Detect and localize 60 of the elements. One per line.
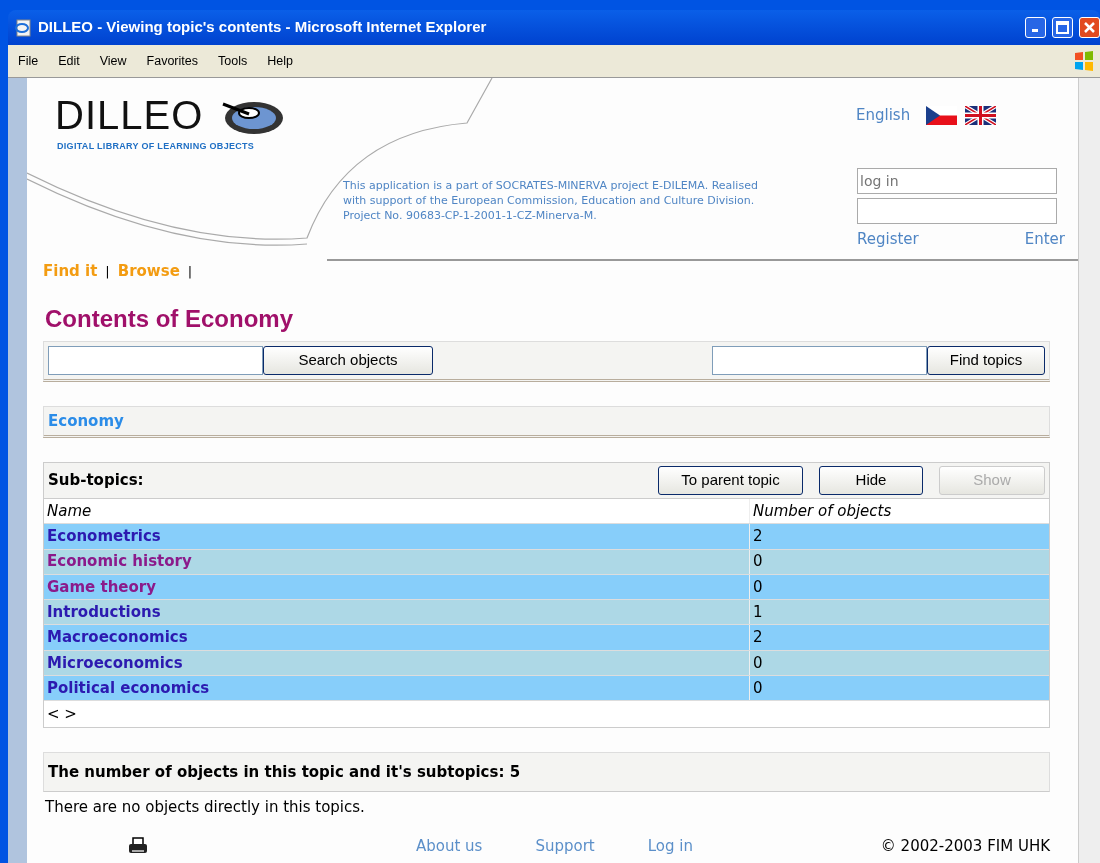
project-number-text: Project No. 90683-CP-1-2001-1-CZ-Minerva-M. — [343, 208, 598, 223]
login-field[interactable]: log in — [857, 168, 1057, 194]
windows-logo-icon — [1072, 49, 1096, 73]
column-header: Name — [46, 500, 93, 522]
printer-icon[interactable] — [128, 836, 148, 855]
topic-link[interactable]: Political economics — [44, 676, 749, 700]
object-count-cell: 0 — [749, 549, 1049, 574]
object-count-cell: 2 — [749, 524, 1049, 549]
menu-item[interactable]: Tools — [208, 51, 258, 71]
topic-link[interactable]: Game theory — [44, 575, 749, 599]
menu-item[interactable]: View — [89, 51, 137, 71]
close-button[interactable] — [1079, 17, 1100, 38]
minimize-button[interactable] — [1025, 17, 1046, 38]
topic-link[interactable]: Introductions — [44, 601, 749, 624]
footer-link[interactable]: About us — [416, 834, 483, 858]
topic-search-field[interactable] — [712, 345, 927, 375]
nav-separator: | — [187, 262, 193, 281]
footer-link[interactable]: Support — [535, 834, 595, 858]
project-info-text: This application is a part of SOCRATES-MINERVA project E-DILEMA. Realised with support of the European Commission, Education and Culture Division. — [343, 178, 759, 208]
logo-text: DILLEO — [55, 95, 204, 135]
window-title: DILLEO - Viewing topic's contents - Microsoft Internet Explorer — [38, 17, 488, 38]
subtopic-button[interactable]: Hide — [819, 466, 923, 495]
copyright-text: © 2002-2003 FIM UHK — [880, 835, 1050, 857]
object-count-cell: 0 — [749, 574, 1049, 600]
menu-item[interactable]: Edit — [48, 51, 90, 71]
subtopic-button[interactable]: To parent topic — [658, 466, 803, 495]
close-icon — [1083, 21, 1096, 34]
scrollbar[interactable] — [1078, 78, 1100, 863]
maximize-icon — [1056, 21, 1069, 34]
summary-bar: The number of objects in this topic and it's subtopics: 5 — [43, 751, 1050, 793]
subtopics-heading: Sub-topics: — [48, 470, 145, 492]
page-heading: Contents of Economy — [45, 303, 294, 334]
topic-link[interactable]: Microeconomics — [44, 651, 749, 675]
object-count-cell: 2 — [749, 625, 1049, 650]
footer-link[interactable]: Log in — [647, 834, 693, 858]
object-count-cell: 1 — [749, 600, 1049, 625]
password-field[interactable] — [857, 198, 1057, 224]
object-search-field[interactable] — [48, 345, 263, 375]
maximize-button[interactable] — [1052, 17, 1073, 38]
enter-link[interactable]: Enter — [1024, 228, 1065, 251]
object-count-cell: 0 — [749, 650, 1049, 676]
menu-item[interactable]: Help — [257, 51, 303, 71]
find-topics-button[interactable]: Find topics — [927, 345, 1045, 375]
no-objects-text: There are no objects directly in this topics. — [44, 797, 366, 819]
topic-link[interactable]: Macroeconomics — [44, 626, 749, 649]
object-count-cell: 0 — [749, 676, 1049, 701]
column-header: Number of objects — [749, 499, 1049, 524]
menu-item[interactable]: File — [8, 51, 49, 71]
browser-icon — [14, 18, 32, 37]
czech-flag-icon[interactable] — [926, 105, 958, 125]
topic-link[interactable]: Econometrics — [44, 525, 749, 548]
logo-tagline: DIGITAL LIBRARY OF LEARNING OBJECTS — [57, 140, 255, 153]
topic-link[interactable]: Economic history — [44, 550, 749, 573]
british-flag-icon[interactable] — [965, 105, 997, 125]
nav-separator: | — [105, 262, 110, 281]
menu-item[interactable]: Favorites — [136, 51, 208, 71]
search-objects-button[interactable]: Search objects — [263, 345, 433, 375]
register-link[interactable]: Register — [857, 228, 919, 251]
language-link[interactable]: English — [856, 104, 911, 127]
pager-arrows[interactable]: < > — [44, 702, 1049, 726]
